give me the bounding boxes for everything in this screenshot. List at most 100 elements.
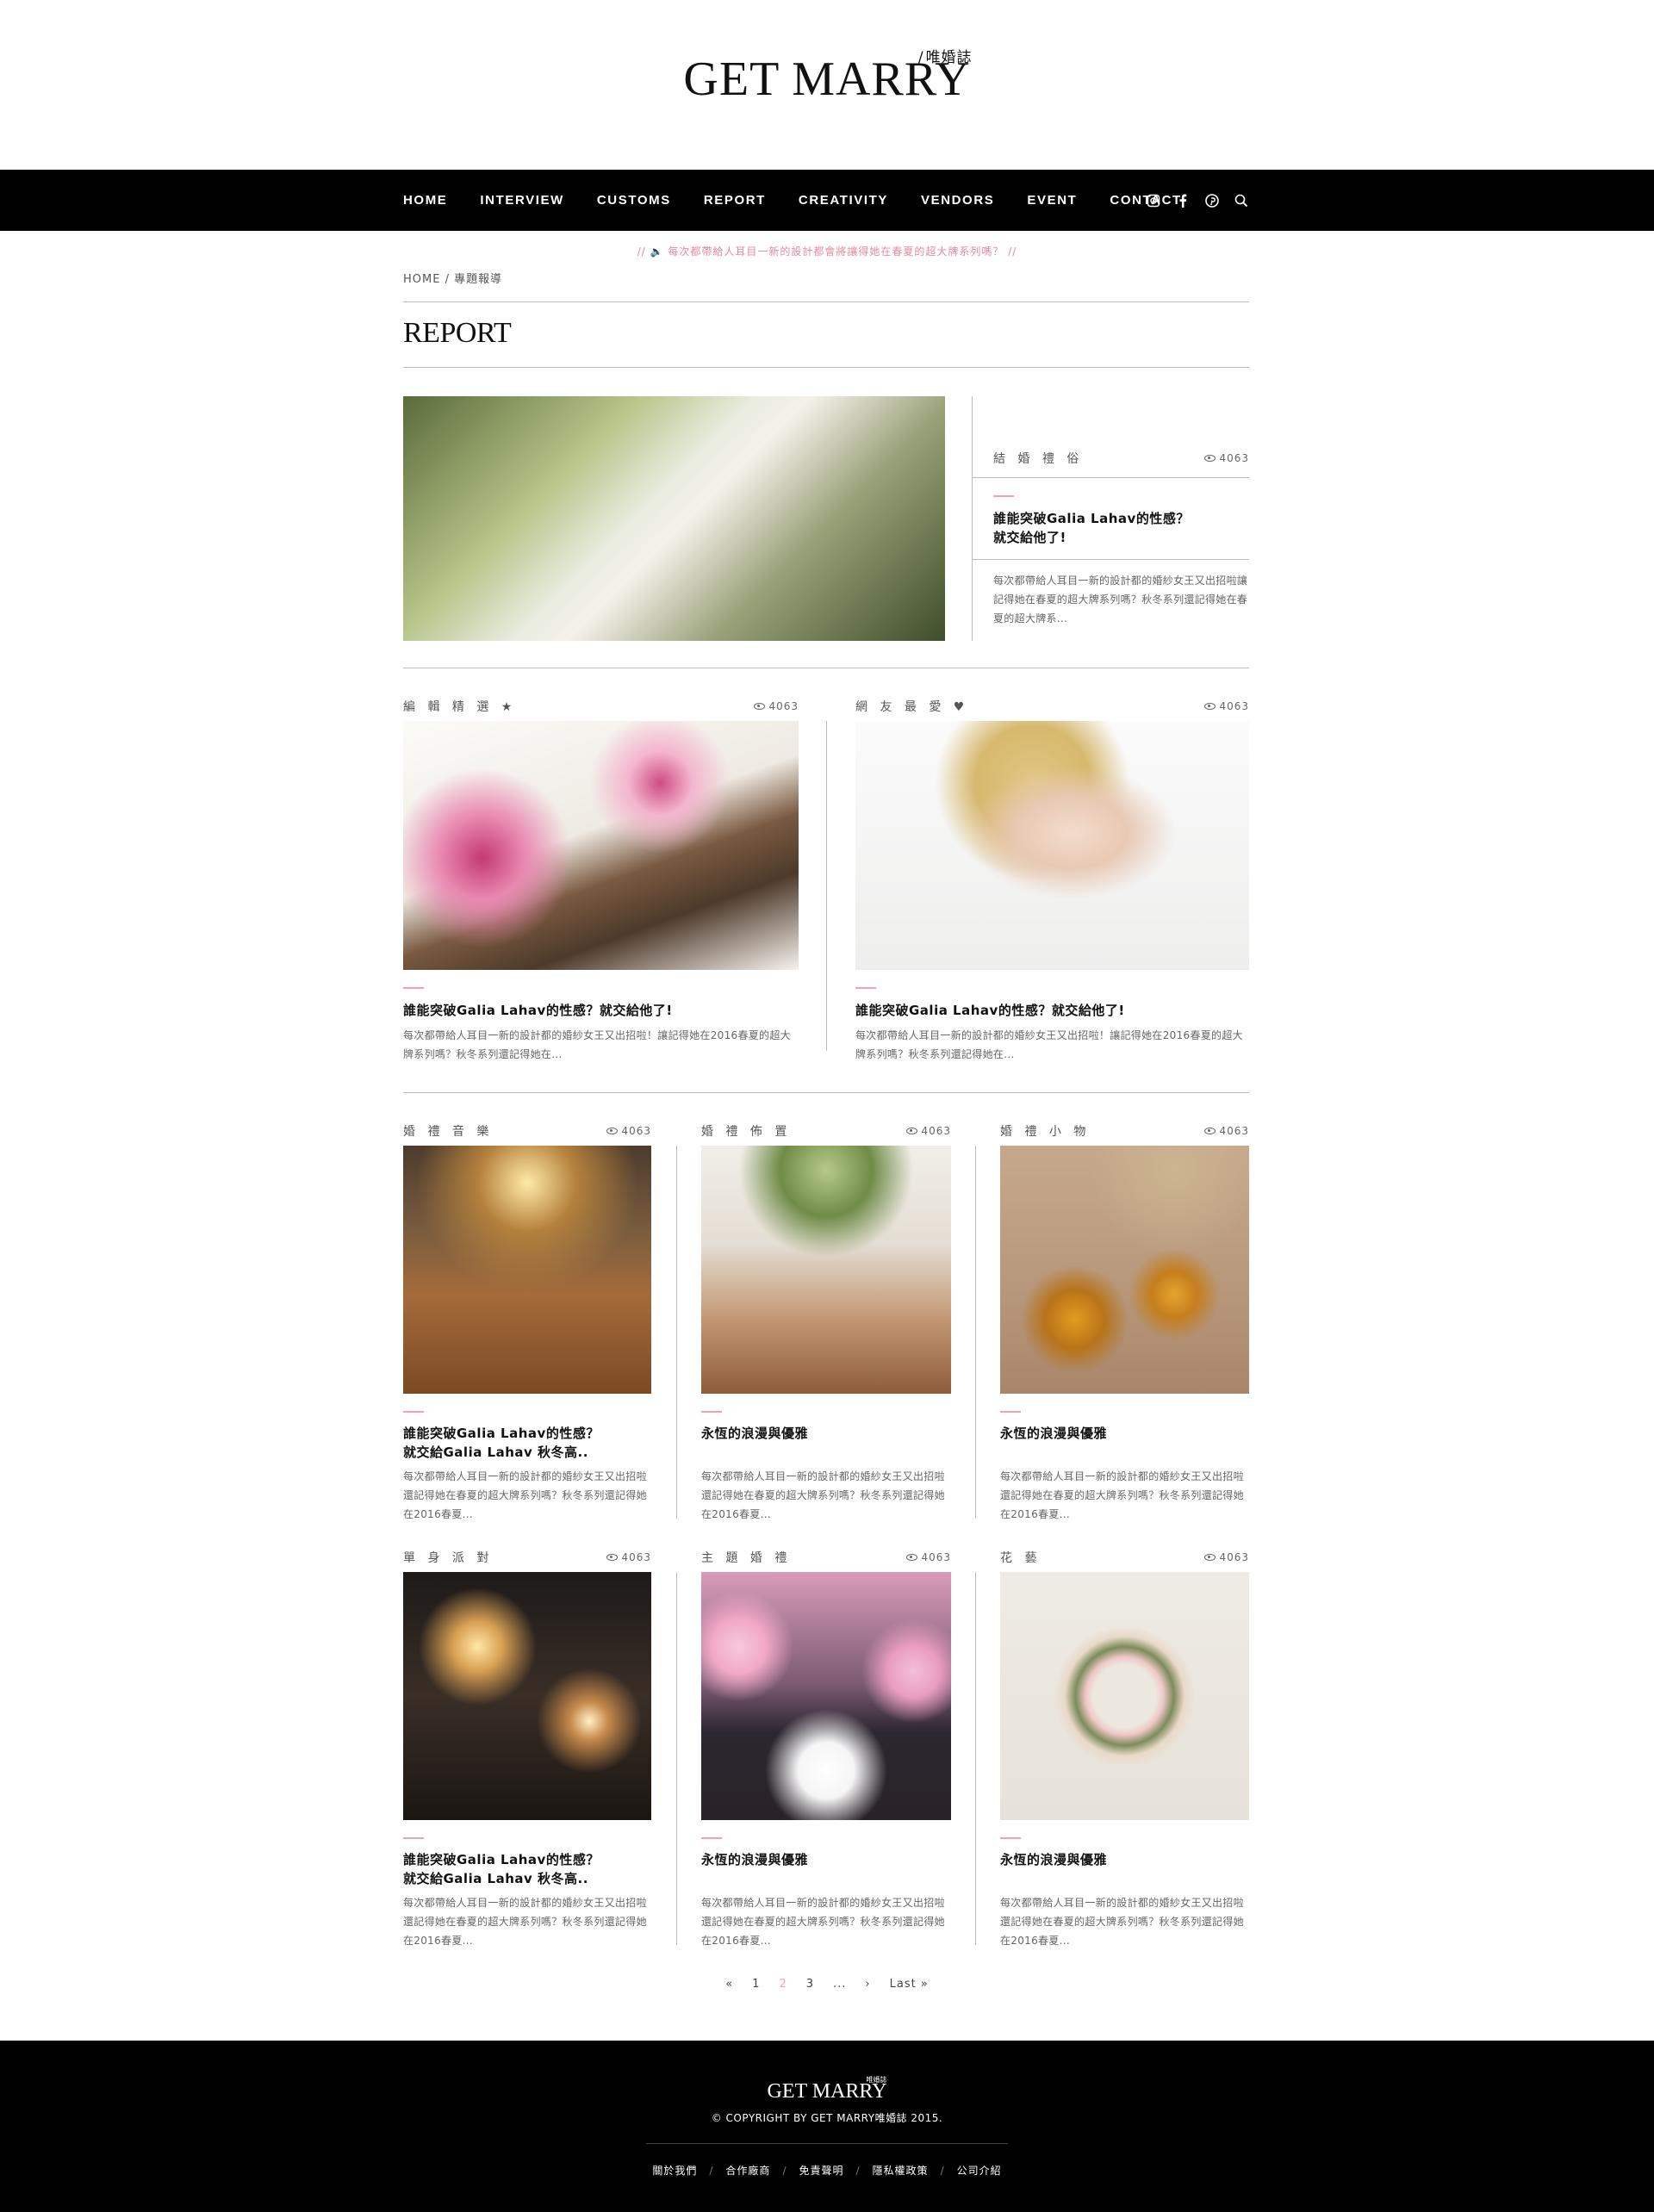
eye-icon bbox=[1204, 703, 1216, 710]
article-category[interactable]: 編 輯 精 選 ★ bbox=[403, 698, 516, 715]
article-image[interactable] bbox=[403, 1146, 651, 1394]
excerpt-line: 還記得她在春夏的超大牌系列嗎？秋冬系列還記得她 bbox=[403, 1916, 647, 1928]
article-title[interactable]: 誰能突破Galia Lahav的性感？就交給他了! bbox=[855, 1001, 1125, 1020]
title-line[interactable]: 永恆的浪漫與優雅 bbox=[1000, 1850, 1249, 1869]
article-category[interactable]: 網 友 最 愛 ♥ bbox=[855, 698, 968, 715]
eye-icon bbox=[754, 703, 766, 710]
nav-customs[interactable]: CUSTOMS bbox=[597, 193, 671, 208]
featured-category[interactable]: 結 婚 禮 俗 bbox=[993, 450, 1083, 467]
title-line[interactable]: 就交給Galia Lahav 秋冬高.. bbox=[403, 1443, 651, 1462]
article-image[interactable] bbox=[701, 1572, 951, 1820]
excerpt-line: 每次都帶給人耳目一新的設計都的婚紗女王又出招啦 bbox=[1000, 1897, 1244, 1909]
article-title[interactable]: 誰能突破Galia Lahav的性感？ 就交給Galia Lahav 秋冬高.. bbox=[403, 1424, 651, 1462]
pagination-prev[interactable]: « bbox=[725, 1978, 733, 1991]
article-title[interactable]: 永恆的浪漫與優雅 bbox=[701, 1424, 951, 1443]
article-image[interactable] bbox=[403, 1572, 651, 1820]
article-image[interactable] bbox=[1000, 1146, 1249, 1394]
announcement-ticker[interactable]: // 🔈 每次都帶給人耳目一新的設計都會將讓得她在春夏的超大牌系列嗎？ // bbox=[0, 244, 1654, 258]
title-line[interactable]: 永恆的浪漫與優雅 bbox=[701, 1850, 951, 1869]
breadcrumb[interactable]: HOME / 專題報導 bbox=[403, 270, 502, 286]
pagination-page-3[interactable]: 3 bbox=[806, 1978, 814, 1991]
article-category[interactable]: 主 題 婚 禮 bbox=[701, 1549, 791, 1566]
pagination-last[interactable]: Last » bbox=[890, 1978, 929, 1991]
title-line[interactable]: 永恆的浪漫與優雅 bbox=[1000, 1424, 1249, 1443]
footer-logo[interactable]: GET MARRY 唯婚誌 bbox=[0, 2076, 1654, 2103]
pinterest-icon[interactable] bbox=[1204, 193, 1220, 208]
excerpt-line: 牌系列嗎？秋冬系列還記得她在... bbox=[855, 1048, 1015, 1060]
article-title[interactable]: 永恆的浪漫與優雅 bbox=[701, 1850, 951, 1869]
title-line[interactable]: 誰能突破Galia Lahav的性感？ bbox=[403, 1850, 651, 1869]
article-image[interactable] bbox=[1000, 1572, 1249, 1820]
logo-text: GET MARRY 唯婚誌 bbox=[683, 49, 971, 107]
pagination: « 1 2 3 ... › Last » bbox=[0, 1978, 1654, 1991]
excerpt-line: 每次都帶給人耳目一新的設計都的婚紗女王又出招啦！讓記得她在2016春夏的超大 bbox=[403, 1029, 791, 1041]
nav-event[interactable]: EVENT bbox=[1027, 193, 1077, 208]
featured-title-line[interactable]: 誰能突破Galia Lahav的性感？ bbox=[993, 509, 1190, 528]
excerpt-line: 在2016春夏... bbox=[701, 1508, 771, 1520]
nav-report[interactable]: REPORT bbox=[704, 193, 766, 208]
article-category[interactable]: 花 藝 bbox=[1000, 1549, 1041, 1566]
article-title[interactable]: 永恆的浪漫與優雅 bbox=[1000, 1850, 1249, 1869]
article-title[interactable]: 永恆的浪漫與優雅 bbox=[1000, 1424, 1249, 1443]
footer-link-about[interactable]: 關於我們 bbox=[652, 2163, 697, 2178]
article-image[interactable] bbox=[701, 1146, 951, 1394]
accent-dash bbox=[403, 987, 424, 989]
logo-subtitle: 唯婚誌 bbox=[918, 45, 973, 66]
search-icon[interactable] bbox=[1234, 193, 1249, 208]
footer-links: 關於我們 / 合作廠商 / 免責聲明 / 隱私權政策 / 公司介紹 bbox=[0, 2163, 1654, 2178]
nav-vendors[interactable]: VENDORS bbox=[921, 193, 994, 208]
article-category[interactable]: 婚 禮 佈 置 bbox=[701, 1122, 791, 1140]
article-card: 網 友 最 愛 ♥ 4063 誰能突破Galia Lahav的性感？就交給他了!… bbox=[855, 698, 1249, 1068]
excerpt-line: 在2016春夏... bbox=[403, 1508, 473, 1520]
title-line[interactable]: 就交給Galia Lahav 秋冬高.. bbox=[403, 1869, 651, 1888]
accent-dash bbox=[1000, 1837, 1021, 1839]
pagination-page-2[interactable]: 2 bbox=[779, 1978, 787, 1991]
eye-icon bbox=[1204, 1554, 1216, 1561]
footer-link-disclaimer[interactable]: 免責聲明 bbox=[799, 2163, 843, 2178]
nav-interview[interactable]: INTERVIEW bbox=[480, 193, 563, 208]
facebook-icon[interactable] bbox=[1175, 193, 1191, 208]
site-logo[interactable]: GET MARRY 唯婚誌 bbox=[0, 49, 1654, 107]
article-image[interactable] bbox=[403, 721, 799, 970]
article-title[interactable]: 誰能突破Galia Lahav的性感？就交給他了! bbox=[403, 1001, 673, 1020]
footer-link-company[interactable]: 公司介紹 bbox=[957, 2163, 1002, 2178]
pagination-next[interactable]: › bbox=[865, 1978, 870, 1991]
view-count: 4063 bbox=[906, 1125, 951, 1137]
title-line[interactable]: 永恆的浪漫與優雅 bbox=[701, 1424, 951, 1443]
excerpt-line: 每次都帶給人耳目一新的設計都的婚紗女王又出招啦！讓記得她在2016春夏的超大 bbox=[855, 1029, 1243, 1041]
article-title[interactable]: 誰能突破Galia Lahav的性感？ 就交給Galia Lahav 秋冬高.. bbox=[403, 1850, 651, 1888]
site-footer: GET MARRY 唯婚誌 © COPYRIGHT BY GET MARRY唯婚… bbox=[0, 2041, 1654, 2212]
view-count-value: 4063 bbox=[1219, 1551, 1249, 1563]
pagination-page-1[interactable]: 1 bbox=[752, 1978, 760, 1991]
divider bbox=[975, 1146, 976, 1519]
view-count-value: 4063 bbox=[768, 700, 799, 712]
article-category[interactable]: 單 身 派 對 bbox=[403, 1549, 493, 1566]
accent-dash bbox=[701, 1837, 722, 1839]
article-image[interactable] bbox=[855, 721, 1249, 970]
separator: / bbox=[782, 2164, 787, 2177]
article-excerpt: 每次都帶給人耳目一新的設計都的婚紗女王又出招啦！讓記得她在2016春夏的超大 牌… bbox=[403, 1026, 799, 1064]
featured-image[interactable] bbox=[403, 396, 945, 641]
footer-link-partners[interactable]: 合作廠商 bbox=[725, 2163, 770, 2178]
view-count: 4063 bbox=[1204, 1125, 1249, 1137]
eye-icon bbox=[906, 1128, 918, 1134]
divider bbox=[676, 1572, 677, 1945]
article-category[interactable]: 婚 禮 小 物 bbox=[1000, 1122, 1090, 1140]
nav-creativity[interactable]: CREATIVITY bbox=[799, 193, 888, 208]
view-count: 4063 bbox=[906, 1551, 951, 1563]
title-line[interactable]: 誰能突破Galia Lahav的性感？ bbox=[403, 1424, 651, 1443]
featured-title[interactable]: 誰能突破Galia Lahav的性感？ 就交給他了! bbox=[993, 509, 1190, 547]
excerpt-line: 還記得她在春夏的超大牌系列嗎？秋冬系列還記得她 bbox=[403, 1489, 647, 1501]
divider bbox=[826, 721, 827, 1051]
instagram-icon[interactable] bbox=[1146, 193, 1161, 208]
nav-home[interactable]: HOME bbox=[403, 193, 447, 208]
separator: / bbox=[940, 2164, 945, 2177]
footer-link-privacy[interactable]: 隱私權政策 bbox=[873, 2163, 929, 2178]
featured-title-line[interactable]: 就交給他了! bbox=[993, 528, 1190, 547]
view-count-value: 4063 bbox=[1219, 700, 1249, 712]
article-category[interactable]: 婚 禮 音 樂 bbox=[403, 1122, 493, 1140]
excerpt-line: 在2016春夏... bbox=[1000, 1935, 1070, 1947]
accent-dash bbox=[403, 1837, 424, 1839]
pagination-ellipsis: ... bbox=[833, 1978, 847, 1991]
view-count: 4063 bbox=[606, 1125, 651, 1137]
